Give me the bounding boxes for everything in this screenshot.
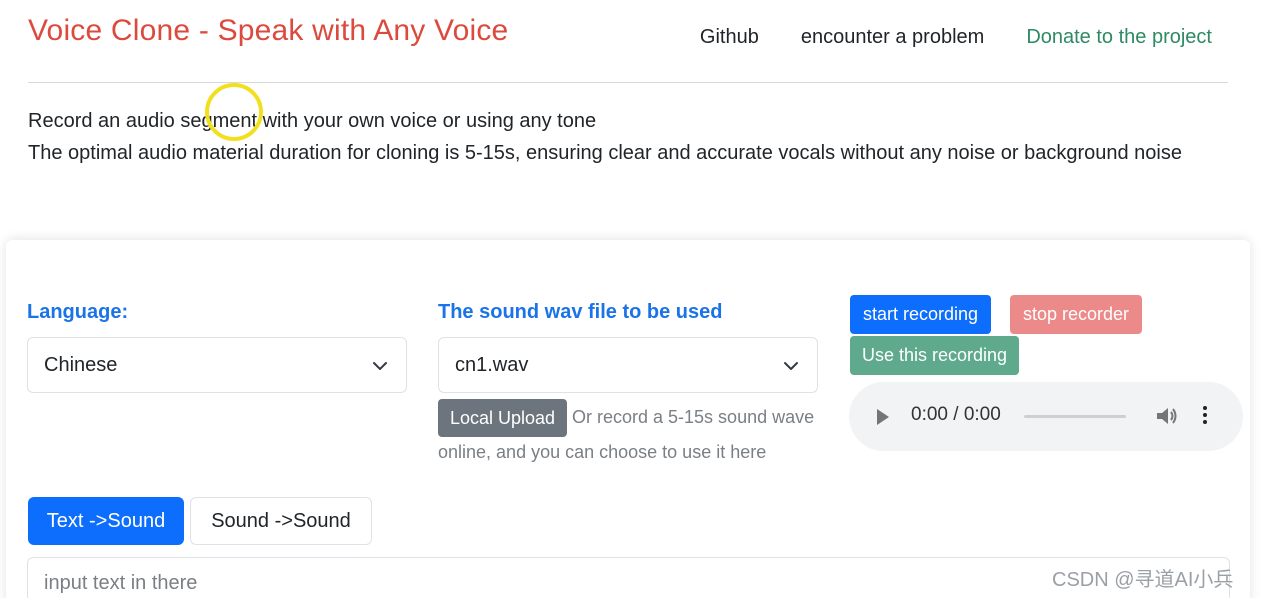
- app-title: Voice Clone - Speak with Any Voice: [28, 14, 509, 47]
- language-select-value: Chinese: [44, 353, 118, 376]
- wav-file-label: The sound wav file to be used: [438, 301, 723, 323]
- nav-donate-link[interactable]: Donate to the project: [1026, 26, 1212, 49]
- upload-hint: Or record a 5-15s sound wave online, and…: [438, 400, 828, 470]
- use-recording-button[interactable]: Use this recording: [850, 336, 1019, 375]
- wav-file-select-value: cn1.wav: [455, 353, 529, 376]
- intro-text: Record an audio segment with your own vo…: [28, 106, 1208, 169]
- chevron-down-icon: [784, 362, 798, 370]
- stop-recorder-button[interactable]: stop recorder: [1010, 295, 1142, 334]
- text-input-placeholder: input text in there: [44, 572, 198, 594]
- wav-file-select[interactable]: cn1.wav: [438, 337, 818, 393]
- play-icon[interactable]: [877, 409, 889, 425]
- watermark: CSDN @寻道AI小兵: [1052, 569, 1234, 591]
- volume-icon[interactable]: [1155, 405, 1179, 427]
- audio-player[interactable]: 0:00 / 0:00: [849, 382, 1243, 451]
- intro-line-2: The optimal audio material duration for …: [28, 141, 1182, 164]
- top-nav: Github encounter a problem Donate to the…: [700, 26, 1212, 49]
- intro-line-1: Record an audio segment with your own vo…: [28, 110, 597, 132]
- audio-progress-slider[interactable]: [1024, 415, 1126, 418]
- tab-text-to-sound[interactable]: Text ->Sound: [28, 497, 184, 545]
- page-header: Voice Clone - Speak with Any Voice Githu…: [28, 0, 1228, 83]
- upload-hint-text: Or record a 5-15s sound wave online, and…: [438, 407, 815, 462]
- nav-problem-link[interactable]: encounter a problem: [801, 26, 984, 49]
- audio-time: 0:00 / 0:00: [911, 404, 1001, 425]
- nav-github-link[interactable]: Github: [700, 26, 759, 49]
- start-recording-button[interactable]: start recording: [850, 295, 991, 334]
- chevron-down-icon: [373, 362, 387, 370]
- more-vertical-icon[interactable]: [1202, 406, 1208, 426]
- language-select[interactable]: Chinese: [27, 337, 407, 393]
- tab-sound-to-sound[interactable]: Sound ->Sound: [190, 497, 372, 545]
- language-label: Language:: [27, 301, 129, 323]
- text-input[interactable]: input text in there: [27, 557, 1230, 598]
